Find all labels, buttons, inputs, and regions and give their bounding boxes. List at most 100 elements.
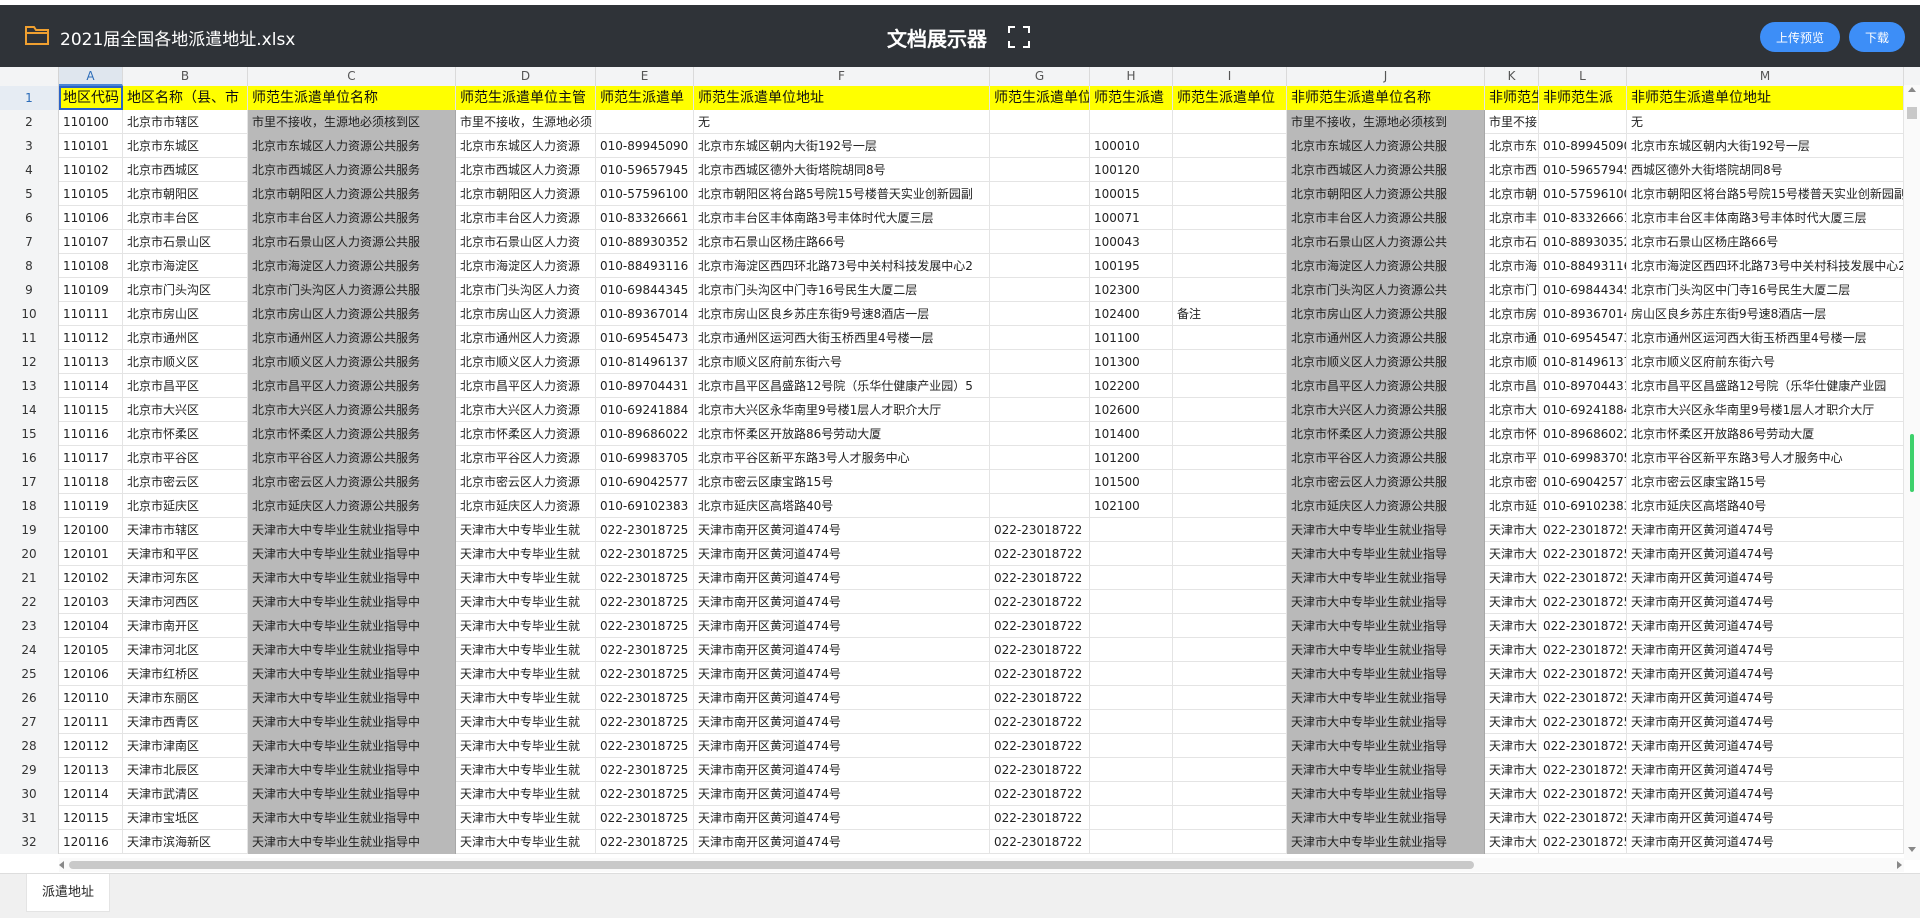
table-cell[interactable]: 022-23018722 (990, 830, 1090, 854)
table-cell[interactable] (1173, 134, 1287, 158)
table-cell[interactable]: 天津市大中专毕业生就业指导中 (248, 518, 456, 542)
table-cell[interactable]: 110102 (59, 158, 123, 182)
table-cell[interactable]: 北京市怀 (1485, 422, 1539, 446)
table-cell[interactable]: 022-23018725 (1539, 686, 1627, 710)
table-cell[interactable]: 天津市大 (1485, 638, 1539, 662)
table-cell[interactable]: 022-23018725 (1539, 806, 1627, 830)
table-cell[interactable]: 无 (694, 110, 990, 134)
table-cell[interactable]: 天津市大 (1485, 590, 1539, 614)
table-cell[interactable]: 天津市南开区黄河道474号 (1627, 590, 1904, 614)
table-cell[interactable] (990, 302, 1090, 326)
table-cell[interactable]: 101200 (1090, 446, 1173, 470)
table-cell[interactable]: 110119 (59, 494, 123, 518)
table-cell[interactable]: 市里不接收，生源地必须 (456, 110, 596, 134)
row-number[interactable]: 7 (0, 230, 59, 254)
table-cell[interactable]: 022-23018722 (990, 662, 1090, 686)
row-number[interactable]: 22 (0, 590, 59, 614)
row-number[interactable]: 20 (0, 542, 59, 566)
table-cell[interactable]: 010-69545473 (596, 326, 694, 350)
table-cell[interactable]: 天津市大中专毕业生就业指导中 (248, 806, 456, 830)
table-cell[interactable]: 北京市延庆区高塔路40号 (694, 494, 990, 518)
table-cell[interactable]: 022-23018725 (596, 638, 694, 662)
table-cell[interactable]: 北京市顺 (1485, 350, 1539, 374)
table-cell[interactable]: 天津市南开区黄河道474号 (1627, 734, 1904, 758)
table-cell[interactable]: 120116 (59, 830, 123, 854)
table-cell[interactable]: 022-23018725 (1539, 638, 1627, 662)
table-cell[interactable]: 北京市平谷区新平东路3号人才服务中心 (1627, 446, 1904, 470)
table-cell[interactable]: 天津市大中专毕业生就 (456, 710, 596, 734)
table-cell[interactable]: 010-69042577 (1539, 470, 1627, 494)
table-cell[interactable] (1173, 614, 1287, 638)
table-cell[interactable]: 022-23018725 (596, 758, 694, 782)
table-cell[interactable]: 022-23018725 (1539, 542, 1627, 566)
column-header-g[interactable]: G (990, 67, 1090, 86)
table-cell[interactable]: 北京市大兴区永华南里9号楼1层人才职介大厅 (694, 398, 990, 422)
row-number[interactable]: 4 (0, 158, 59, 182)
scroll-right-arrow-icon[interactable] (1897, 861, 1902, 869)
table-cell[interactable]: 天津市大中专毕业生就业指导中 (248, 662, 456, 686)
table-cell[interactable]: 北京市西城区 (123, 158, 248, 182)
table-cell[interactable] (1173, 734, 1287, 758)
table-cell[interactable]: 010-89367014 (596, 302, 694, 326)
table-cell[interactable]: 120112 (59, 734, 123, 758)
table-cell[interactable]: 北京市西城区人力资源 (456, 158, 596, 182)
table-cell[interactable]: 北京市通州区 (123, 326, 248, 350)
table-cell[interactable]: 北京市平谷区新平东路3号人才服务中心 (694, 446, 990, 470)
table-cell[interactable]: 北京市怀柔区开放路86号劳动大厦 (694, 422, 990, 446)
table-cell[interactable]: 市里不接收，生源地必须核到区 (248, 110, 456, 134)
table-cell[interactable] (1173, 254, 1287, 278)
table-cell[interactable] (1090, 590, 1173, 614)
table-cell[interactable]: 天津市大中专毕业生就 (456, 590, 596, 614)
table-cell[interactable] (990, 470, 1090, 494)
table-cell[interactable]: 北京市通州区运河西大街玉桥西里4号楼一层 (694, 326, 990, 350)
row-number[interactable]: 30 (0, 782, 59, 806)
table-cell[interactable]: 022-23018725 (1539, 662, 1627, 686)
column-header-h[interactable]: H (1090, 67, 1173, 86)
table-cell[interactable]: 022-23018725 (1539, 518, 1627, 542)
header-cell[interactable]: 非师范生 (1485, 86, 1539, 110)
row-number[interactable]: 15 (0, 422, 59, 446)
row-number[interactable]: 19 (0, 518, 59, 542)
table-cell[interactable]: 天津市南开区黄河道474号 (694, 782, 990, 806)
table-cell[interactable]: 北京市平谷区人力资源公共服务 (248, 446, 456, 470)
table-cell[interactable]: 天津市大中专毕业生就业指导 (1287, 830, 1485, 854)
table-cell[interactable]: 天津市大 (1485, 734, 1539, 758)
header-cell[interactable]: 师范生派遣单位主管 (456, 86, 596, 110)
table-cell[interactable]: 天津市南开区黄河道474号 (694, 758, 990, 782)
table-cell[interactable]: 010-88930352 (1539, 230, 1627, 254)
table-cell[interactable]: 110109 (59, 278, 123, 302)
scroll-left-arrow-icon[interactable] (59, 861, 64, 869)
table-cell[interactable]: 北京市朝 (1485, 182, 1539, 206)
table-cell[interactable]: 022-23018725 (1539, 758, 1627, 782)
table-cell[interactable]: 北京市房 (1485, 302, 1539, 326)
table-cell[interactable]: 022-23018722 (990, 542, 1090, 566)
table-cell[interactable]: 北京市怀柔区人力资源公共服务 (248, 422, 456, 446)
table-cell[interactable]: 北京市房山区 (123, 302, 248, 326)
table-cell[interactable]: 022-23018725 (1539, 830, 1627, 854)
header-cell[interactable]: 师范生派遣单位 (1173, 86, 1287, 110)
table-cell[interactable]: 天津市东丽区 (123, 686, 248, 710)
table-cell[interactable]: 天津市大中专毕业生就 (456, 662, 596, 686)
table-cell[interactable]: 天津市大 (1485, 542, 1539, 566)
table-cell[interactable]: 天津市南开区黄河道474号 (1627, 686, 1904, 710)
table-cell[interactable]: 北京市石景山区人力资 (456, 230, 596, 254)
table-cell[interactable]: 120103 (59, 590, 123, 614)
table-cell[interactable]: 天津市南开区黄河道474号 (1627, 662, 1904, 686)
row-number[interactable]: 6 (0, 206, 59, 230)
table-cell[interactable]: 北京市通州区人力资源 (456, 326, 596, 350)
select-all-corner[interactable] (0, 67, 59, 86)
table-cell[interactable]: 010-89704431 (1539, 374, 1627, 398)
table-cell[interactable]: 022-23018725 (596, 614, 694, 638)
row-number[interactable]: 5 (0, 182, 59, 206)
table-cell[interactable]: 北京市市辖区 (123, 110, 248, 134)
table-cell[interactable]: 天津市大中专毕业生就业指导 (1287, 686, 1485, 710)
table-cell[interactable]: 北京市石景山区杨庄路66号 (1627, 230, 1904, 254)
table-cell[interactable]: 北京市朝阳区人力资源 (456, 182, 596, 206)
table-cell[interactable]: 天津市市辖区 (123, 518, 248, 542)
column-header-d[interactable]: D (456, 67, 596, 86)
table-cell[interactable]: 120100 (59, 518, 123, 542)
table-cell[interactable]: 北京市顺义区人力资源公共服务 (248, 350, 456, 374)
table-cell[interactable]: 天津市大中专毕业生就 (456, 830, 596, 854)
table-cell[interactable]: 110116 (59, 422, 123, 446)
table-cell[interactable]: 101500 (1090, 470, 1173, 494)
